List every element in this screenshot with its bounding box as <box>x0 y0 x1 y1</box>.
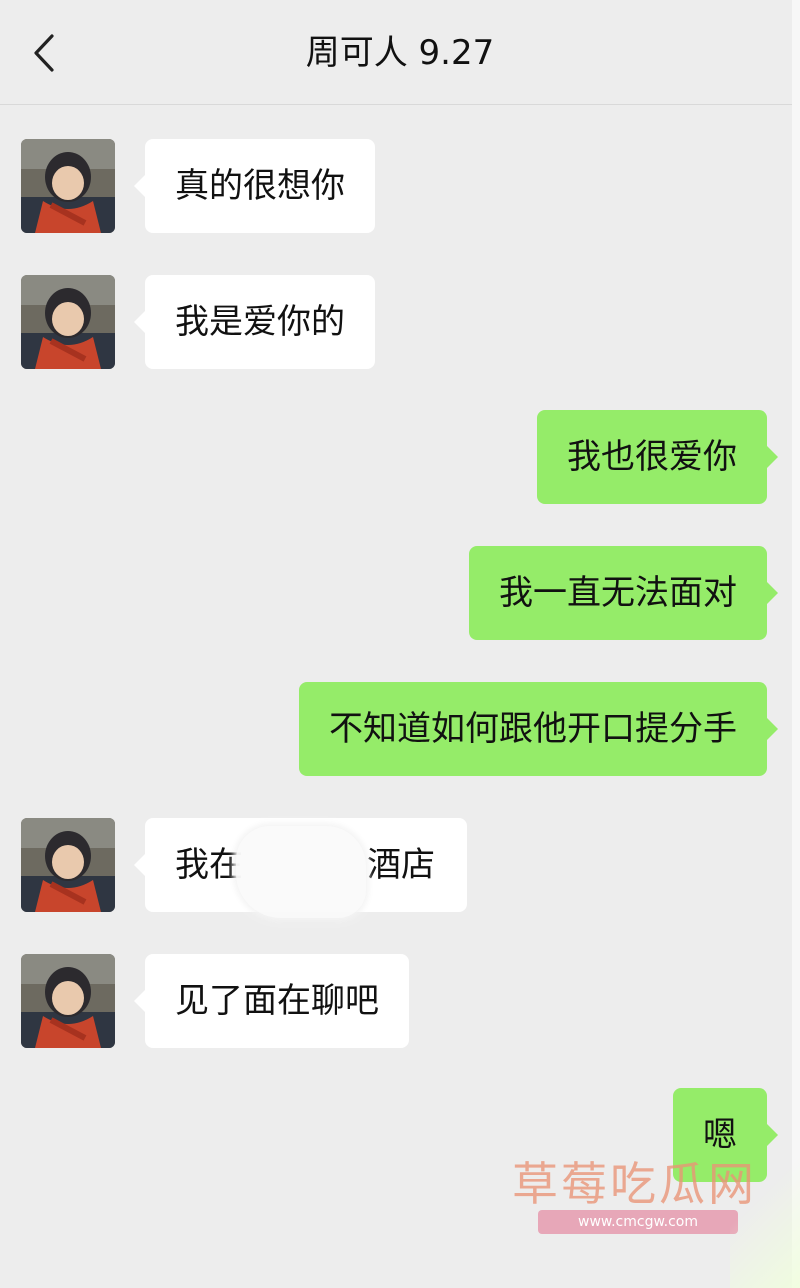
avatar-photo-icon <box>21 954 115 1048</box>
message-bubble-incoming[interactable]: 见了面在聊吧 <box>134 954 409 1048</box>
chat-title: 周可人 9.27 <box>305 33 495 73</box>
watermark-text: 草莓吃瓜网 <box>512 1157 757 1211</box>
message-bubble-incoming[interactable]: 真的很想你 <box>134 139 375 233</box>
avatar-photo-icon <box>21 275 115 369</box>
contact-avatar[interactable] <box>21 954 115 1048</box>
chat-header: 周可人 9.27 <box>0 0 800 105</box>
contact-avatar[interactable] <box>21 275 115 369</box>
message-bubble-outgoing[interactable]: 我也很爱你 <box>537 410 778 504</box>
message-bubble-outgoing[interactable]: 我一直无法面对 <box>469 546 778 640</box>
contact-avatar[interactable] <box>21 139 115 233</box>
message-text-start: 我在 <box>175 845 243 885</box>
message-bubble-outgoing[interactable]: 不知道如何跟他开口提分手 <box>299 682 778 776</box>
avatar-photo-icon <box>21 818 115 912</box>
watermark-url: www.cmcgw.com <box>538 1210 738 1234</box>
message-text-end: 酒店 <box>367 845 435 885</box>
contact-avatar[interactable] <box>21 818 115 912</box>
message-bubble-incoming[interactable]: 我是爱你的 <box>134 275 375 369</box>
redaction-smudge <box>236 826 366 918</box>
corner-glare <box>730 1138 800 1288</box>
avatar-photo-icon <box>21 139 115 233</box>
screen-edge <box>792 0 800 1288</box>
